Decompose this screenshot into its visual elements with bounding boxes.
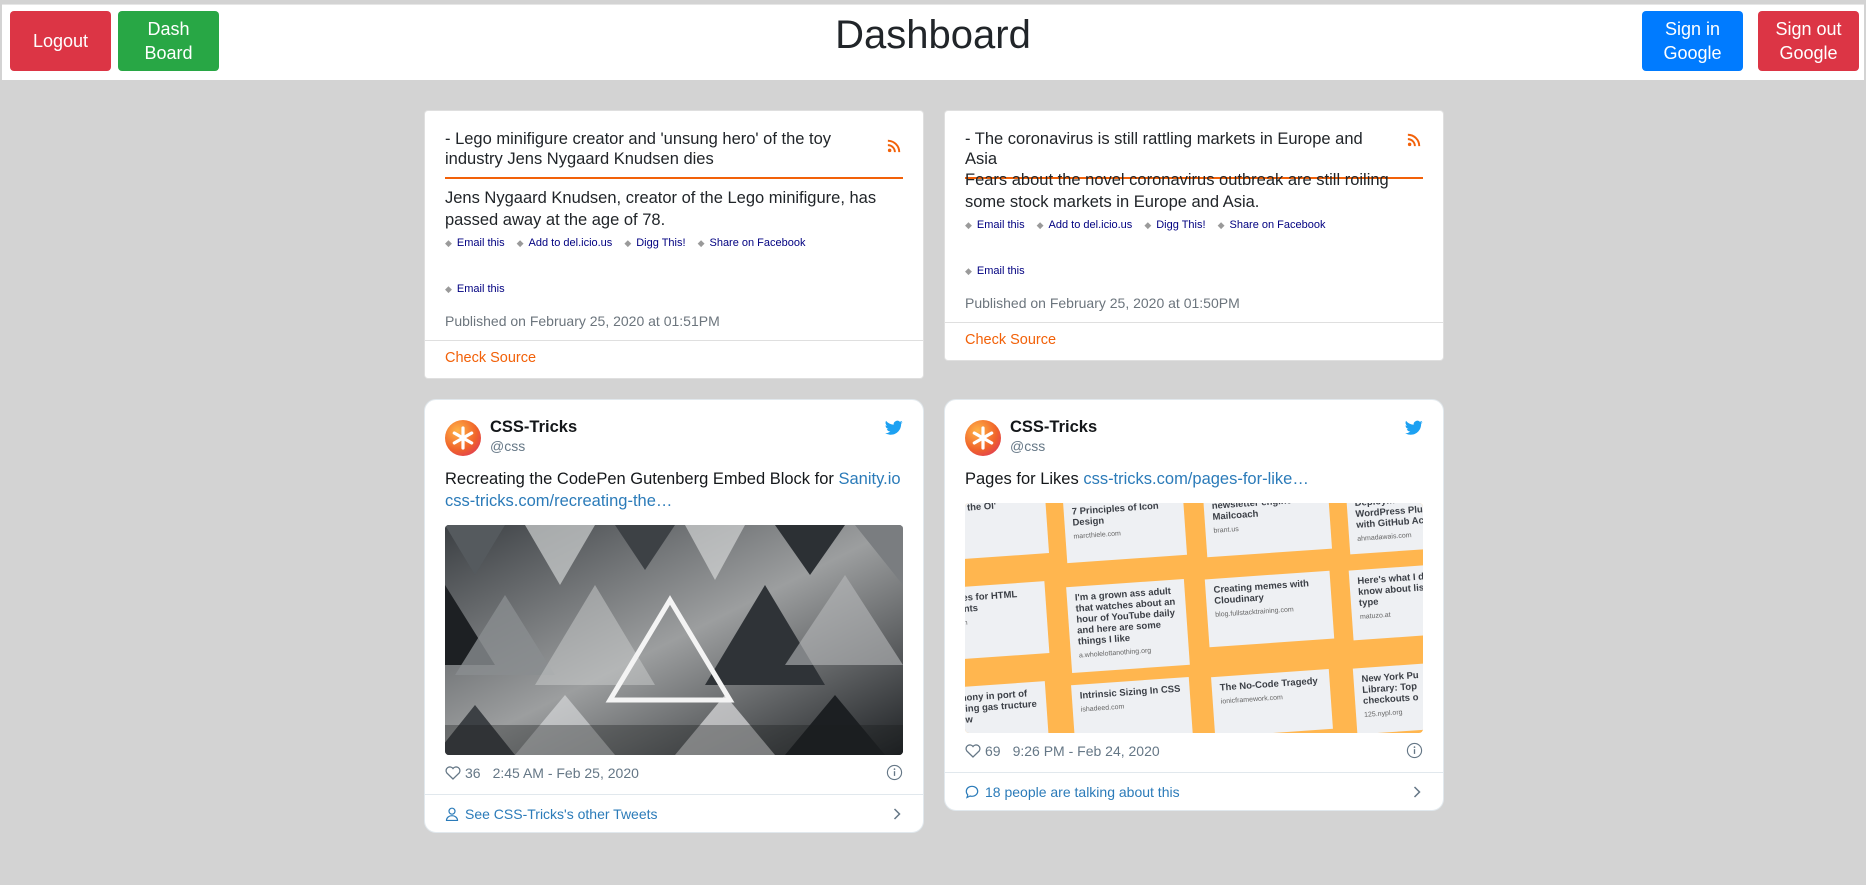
info-icon[interactable] [886, 764, 903, 781]
tweet-meta: 36 2:45 AM - Feb 25, 2020 [445, 764, 903, 781]
embedded-tweet: CSS-Tricks @css Pages for Likes css-tric… [944, 399, 1444, 811]
tile-title: New York Pu Library: Top checkouts o [1361, 670, 1420, 707]
share-links: ◆ Email this ◆ Add to del.icio.us ◆ Digg Th… [965, 219, 1326, 231]
tweet-footer[interactable]: See CSS-Tricks's other Tweets [425, 794, 923, 832]
tweet-author-name[interactable]: CSS-Tricks [1010, 418, 1097, 437]
chevron-right-icon [1413, 786, 1421, 798]
avatar[interactable] [965, 420, 1001, 456]
rss-card: - Lego minifigure creator and 'unsung he… [424, 110, 924, 379]
extra-share-links: ◆ Email this [965, 265, 1025, 277]
card-footer: Check Source [425, 340, 923, 378]
check-source-link[interactable]: Check Source [445, 350, 536, 366]
tile-title: ributes for HTML lements [965, 589, 1018, 617]
card-footer: Check Source [945, 322, 1443, 360]
tile-title: 7 Principles of Icon Design [1071, 503, 1160, 529]
page-title: Dashboard [835, 13, 1031, 57]
rss-card-header: - Lego minifigure creator and 'unsung he… [445, 129, 903, 179]
like-count: 36 [465, 765, 481, 781]
tile-domain: matuzo.at [1359, 611, 1391, 621]
chevron-right-icon [893, 808, 901, 820]
digg-link[interactable]: Digg This! [636, 237, 685, 249]
rss-icon [1407, 133, 1421, 147]
tile-title: Deployment for WordPress Plug with GitHu… [1354, 503, 1423, 531]
tweet-author-handle[interactable]: @css [490, 438, 525, 454]
rss-title[interactable]: - The coronavirus is still rattling mark… [965, 130, 1363, 168]
published-date: Published on February 25, 2020 at 01:51P… [445, 313, 720, 329]
tweet-text-body: Pages for Likes [965, 470, 1084, 488]
tweet-image[interactable] [445, 525, 903, 755]
email-this-link[interactable]: Email this [457, 283, 505, 295]
twitter-bird-icon[interactable] [885, 420, 903, 436]
tweet-image[interactable]: ts on the Ol' 7 Principles of Icon Desig… [965, 503, 1423, 733]
like-button[interactable]: 36 [445, 765, 481, 781]
tile-title: I'm a grown ass adult that watches about… [1074, 585, 1176, 648]
published-date: Published on February 25, 2020 at 01:50P… [965, 295, 1240, 311]
tweet-footer[interactable]: 18 people are talking about this [945, 772, 1443, 810]
share-links: ◆ Email this ◆ Add to del.icio.us ◆ Digg Th… [445, 237, 806, 249]
rss-icon [887, 139, 901, 153]
tile-domain: ahmadawais.com [1357, 532, 1412, 543]
tweet-meta: 69 9:26 PM - Feb 24, 2020 [965, 742, 1423, 759]
person-icon [445, 807, 459, 821]
asterisk-logo-icon [452, 426, 474, 450]
tile-domain [965, 724, 1040, 731]
like-button[interactable]: 69 [965, 743, 1001, 759]
extra-share-links: ◆ Email this [445, 283, 505, 295]
delicious-link[interactable]: Add to del.icio.us [1049, 219, 1133, 231]
email-this-link[interactable]: Email this [977, 219, 1025, 231]
tile-title: Here's what I d know about lis type [1357, 571, 1423, 609]
tweet-author-handle[interactable]: @css [1010, 438, 1045, 454]
triangle-artwork-image [445, 525, 903, 755]
tweet-timestamp[interactable]: 9:26 PM - Feb 24, 2020 [1013, 743, 1160, 759]
tile-title: estimony in port of banning gas tructure… [965, 688, 1038, 727]
delicious-link[interactable]: Add to del.icio.us [529, 237, 613, 249]
email-this-link[interactable]: Email this [457, 237, 505, 249]
sign-in-google-button[interactable]: Sign in Google [1642, 11, 1743, 71]
twitter-bird-icon[interactable] [1405, 420, 1423, 436]
top-navbar: Logout Dash Board Dashboard Sign in Goog… [2, 4, 1864, 80]
tile-title: ts on the Ol' [965, 503, 997, 515]
tweet-timestamp[interactable]: 2:45 AM - Feb 25, 2020 [493, 765, 639, 781]
sign-out-google-button[interactable]: Sign out Google [1758, 11, 1859, 71]
rss-title[interactable]: - Lego minifigure creator and 'unsung he… [445, 130, 831, 168]
facebook-share-link[interactable]: Share on Facebook [709, 237, 805, 249]
tile-domain: ing.com [965, 619, 968, 629]
heart-icon [965, 744, 981, 758]
tweet-link[interactable]: css-tricks.com/pages-for-like… [1083, 470, 1309, 488]
speech-bubble-icon [965, 785, 979, 799]
conversation-link[interactable]: 18 people are talking about this [985, 784, 1180, 800]
check-source-link[interactable]: Check Source [965, 332, 1056, 348]
email-this-link[interactable]: Email this [977, 265, 1025, 277]
tweet-text: Recreating the CodePen Gutenberg Embed B… [445, 468, 903, 512]
tile-domain: 125.nypl.org [1363, 709, 1403, 719]
tweet-author-name[interactable]: CSS-Tricks [490, 418, 577, 437]
asterisk-logo-icon [972, 426, 994, 450]
other-tweets-link[interactable]: See CSS-Tricks's other Tweets [465, 806, 658, 822]
tweet-link[interactable]: css-tricks.com/recreating-the… [445, 492, 672, 510]
embedded-tweet: CSS-Tricks @css Recreating the CodePen G… [424, 399, 924, 833]
tweet-text-body: Recreating the CodePen Gutenberg Embed B… [445, 470, 839, 488]
heart-icon [445, 766, 461, 780]
rss-card: - The coronavirus is still rattling mark… [944, 110, 1444, 361]
avatar[interactable] [445, 420, 481, 456]
like-count: 69 [985, 743, 1001, 759]
digg-link[interactable]: Digg This! [1156, 219, 1205, 231]
facebook-share-link[interactable]: Share on Facebook [1229, 219, 1325, 231]
rss-description: Jens Nygaard Knudsen, creator of the Leg… [445, 189, 877, 229]
tweet-link[interactable]: Sanity.io [838, 470, 900, 488]
tweet-text: Pages for Likes css-tricks.com/pages-for… [965, 468, 1423, 490]
tile-title: Creating memes with Cloudinary [1213, 578, 1310, 607]
rss-description: Fears about the novel coronavirus outbre… [965, 171, 1389, 211]
info-icon[interactable] [1406, 742, 1423, 759]
